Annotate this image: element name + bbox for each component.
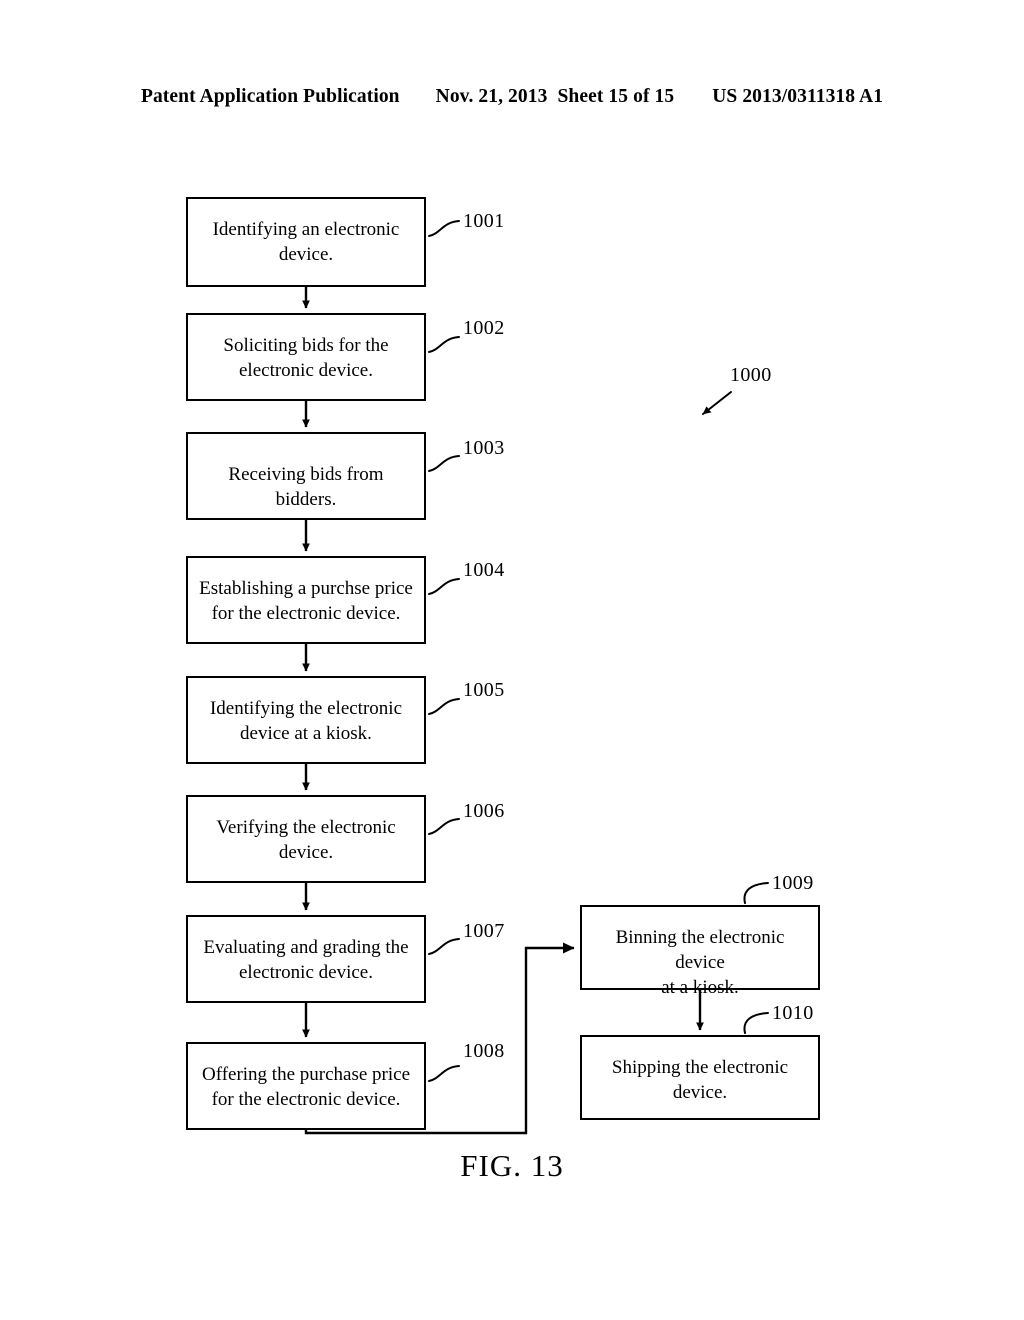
figure-caption: FIG. 13: [460, 1148, 564, 1183]
leader-line-1001: [428, 220, 460, 237]
process-box-1008-label: Offering the purchase price for the elec…: [201, 1064, 411, 1111]
process-box-1010: Shipping the electronic device.: [580, 1035, 820, 1120]
process-box-1003: Receiving bids from bidders.: [186, 432, 426, 520]
process-box-1009-label: Binning the electronic device at a kiosk…: [615, 927, 785, 999]
process-box-1003-label: Receiving bids from bidders.: [228, 464, 384, 511]
reference-numeral-1010: 1010: [772, 1002, 814, 1024]
process-box-1008: Offering the purchase price for the elec…: [186, 1042, 426, 1130]
flowchart-connectors: [302, 220, 769, 1135]
leader-line-1008: [428, 1065, 460, 1082]
leader-line-1002: [428, 336, 460, 353]
process-box-1007: Evaluating and grading the electronic de…: [186, 915, 426, 1003]
reference-numeral-1006: 1006: [463, 800, 505, 822]
process-box-1002: Soliciting bids for the electronic devic…: [186, 313, 426, 401]
leader-line-1009: [743, 882, 769, 904]
leader-line-1005: [428, 698, 460, 715]
reference-numeral-1005: 1005: [463, 679, 505, 701]
reference-numeral-1009: 1009: [772, 872, 814, 894]
process-box-1001: Identifying an electronic device.: [186, 197, 426, 287]
reference-numeral-1001: 1001: [463, 210, 505, 232]
reference-numeral-1008: 1008: [463, 1040, 505, 1062]
reference-numeral-1007: 1007: [463, 920, 505, 942]
process-box-1004: Establishing a purchse price for the ele…: [186, 556, 426, 644]
process-box-1006: Verifying the electronic device.: [186, 795, 426, 883]
leader-line-1010: [743, 1012, 769, 1034]
leader-line-1007: [428, 938, 460, 955]
process-box-1002-label: Soliciting bids for the electronic devic…: [223, 335, 389, 382]
process-box-1001-label: Identifying an electronic device.: [212, 219, 400, 266]
figure-13-flowchart: Identifying an electronic device. Solici…: [0, 0, 1024, 1320]
process-box-1005-label: Identifying the electronic device at a k…: [209, 698, 403, 745]
process-box-1010-label: Shipping the electronic device.: [611, 1057, 789, 1104]
reference-numeral-1004: 1004: [463, 559, 505, 581]
process-box-1006-label: Verifying the electronic device.: [216, 817, 396, 864]
reference-numeral-1002: 1002: [463, 317, 505, 339]
reference-numeral-1003: 1003: [463, 437, 505, 459]
leader-line-1006: [428, 818, 460, 835]
process-box-1004-label: Establishing a purchse price for the ele…: [199, 578, 413, 625]
reference-numeral-1000: 1000: [730, 364, 772, 386]
leader-line-1004: [428, 578, 460, 595]
process-box-1007-label: Evaluating and grading the electronic de…: [203, 937, 409, 984]
process-box-1009: Binning the electronic device at a kiosk…: [580, 905, 820, 998]
leader-line-1000: [702, 391, 732, 415]
process-box-1005: Identifying the electronic device at a k…: [186, 676, 426, 764]
leader-line-1003: [428, 455, 460, 472]
